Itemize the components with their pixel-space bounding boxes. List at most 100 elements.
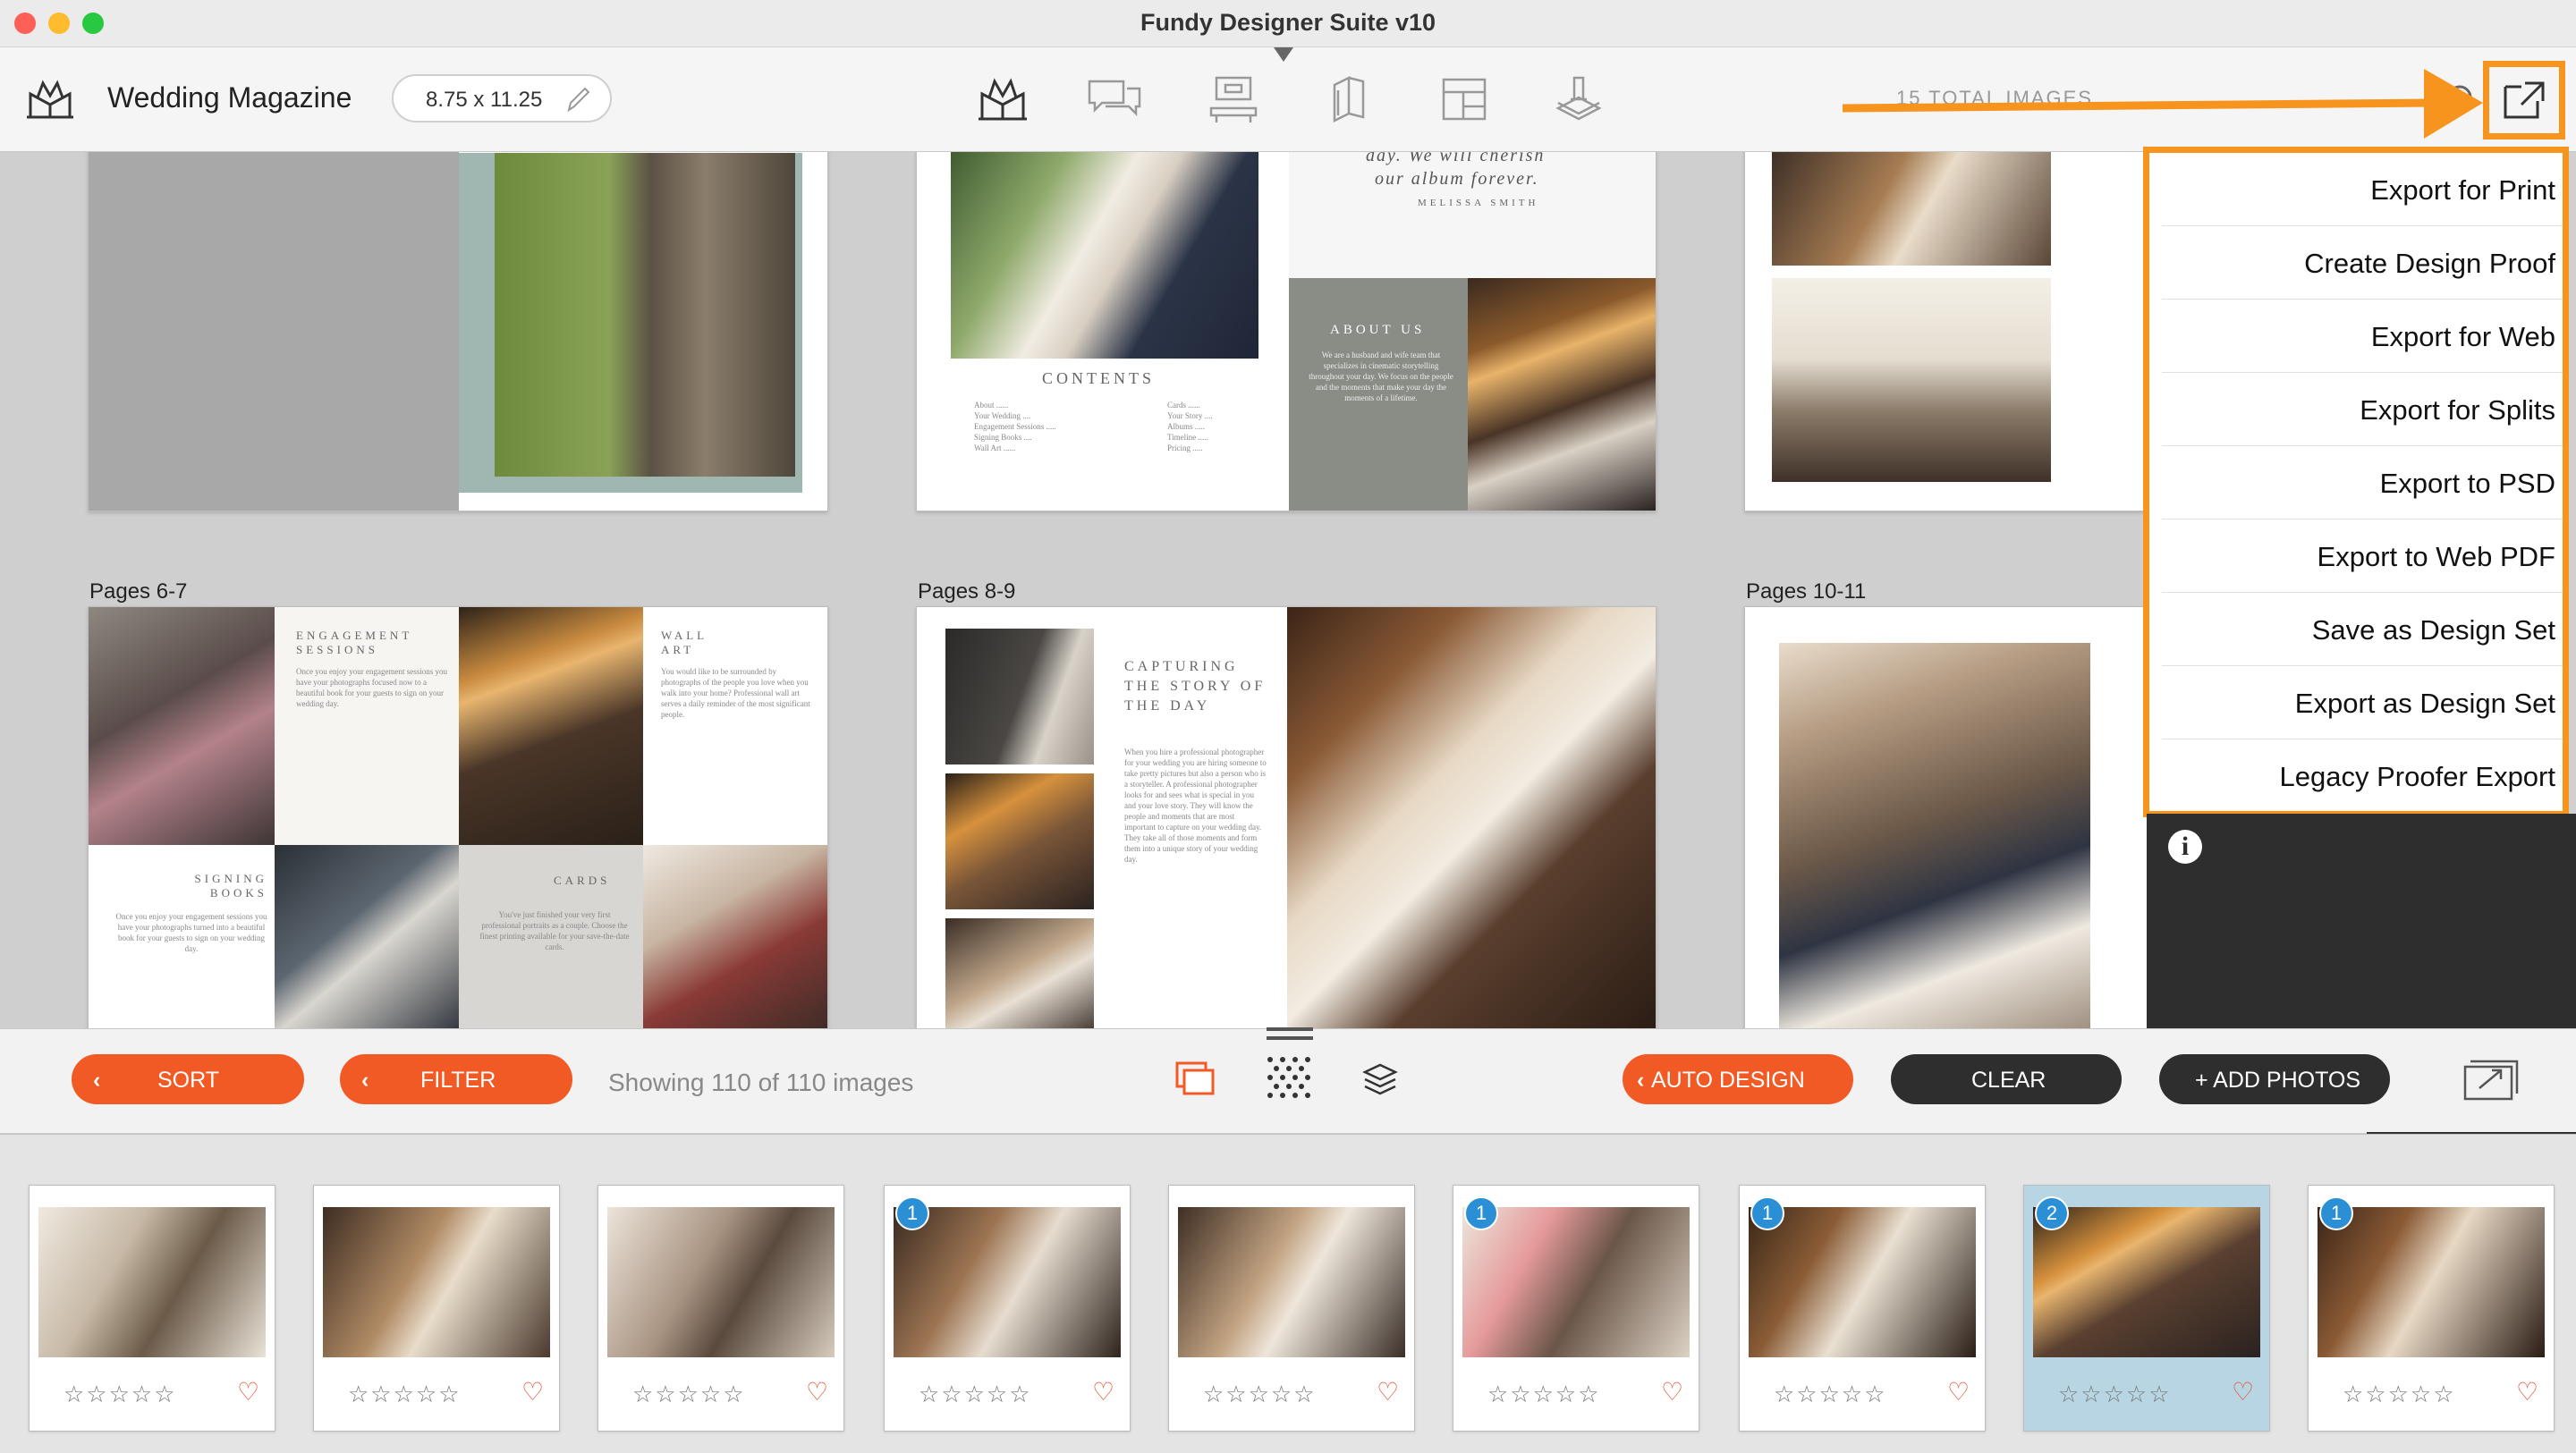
dance-floor-photo xyxy=(1772,152,2051,266)
resize-handle[interactable] xyxy=(1267,1027,1313,1031)
engagement-body: Once you enjoy your engagement sessions … xyxy=(296,667,447,708)
chevron-left-icon: ‹ xyxy=(361,1068,369,1093)
add-photos-button[interactable]: + ADD PHOTOS xyxy=(2159,1054,2390,1104)
layout-icon[interactable] xyxy=(1435,72,1494,126)
star-rating[interactable]: ☆☆☆☆☆ xyxy=(64,1381,177,1408)
wall-art-icon[interactable] xyxy=(1204,72,1263,126)
heart-icon[interactable]: ♡ xyxy=(237,1377,259,1407)
proof-chat-icon[interactable] xyxy=(1084,72,1143,126)
menu-legacy-proofer-export[interactable]: Legacy Proofer Export xyxy=(2162,739,2563,813)
signing-books-heading: SIGNING BOOKS xyxy=(194,872,267,900)
chevron-left-icon: ‹ xyxy=(1637,1068,1645,1093)
menu-export-to-psd[interactable]: Export to PSD xyxy=(2162,446,2563,520)
photo-stack-icon[interactable] xyxy=(1174,1060,1216,1099)
usage-count-badge: 1 xyxy=(1464,1196,1498,1230)
thumbnail[interactable]: ☆☆☆☆☆ ♡ xyxy=(29,1185,275,1432)
heart-icon[interactable]: ♡ xyxy=(1947,1377,1970,1407)
star-rating[interactable]: ☆☆☆☆☆ xyxy=(1774,1381,1887,1408)
spread-pages-10-11[interactable] xyxy=(1744,606,2147,1028)
album-design-icon[interactable] xyxy=(973,72,1032,126)
project-name[interactable]: Wedding Magazine xyxy=(107,81,352,114)
heart-icon[interactable]: ♡ xyxy=(2232,1377,2254,1407)
pencil-icon xyxy=(567,87,590,113)
thumbnail[interactable]: ☆☆☆☆☆ ♡ xyxy=(313,1185,560,1432)
thumbnail[interactable]: 1 ☆☆☆☆☆ ♡ xyxy=(2308,1185,2555,1432)
menu-export-as-design-set[interactable]: Export as Design Set xyxy=(2162,666,2563,739)
star-rating[interactable]: ☆☆☆☆☆ xyxy=(2058,1381,2172,1408)
menu-export-to-web-pdf[interactable]: Export to Web PDF xyxy=(2162,520,2563,593)
star-rating[interactable]: ☆☆☆☆☆ xyxy=(632,1381,746,1408)
info-icon[interactable]: i xyxy=(2168,830,2202,864)
thumbnail[interactable]: ☆☆☆☆☆ ♡ xyxy=(597,1185,844,1432)
layers-icon[interactable] xyxy=(1361,1061,1399,1097)
page-size-button[interactable]: 8.75 x 11.25 xyxy=(392,74,612,122)
heart-icon[interactable]: ♡ xyxy=(2516,1377,2538,1407)
heart-icon[interactable]: ♡ xyxy=(1661,1377,1683,1407)
star-rating[interactable]: ☆☆☆☆☆ xyxy=(1487,1381,1601,1408)
star-rating[interactable]: ☆☆☆☆☆ xyxy=(2343,1381,2456,1408)
star-rating[interactable]: ☆☆☆☆☆ xyxy=(1203,1381,1317,1408)
spread-pages-8-9[interactable]: CAPTURING THE STORY OF THE DAY When you … xyxy=(916,606,1657,1028)
chevron-left-icon: ‹ xyxy=(93,1068,101,1093)
auto-design-button[interactable]: ‹ AUTO DESIGN xyxy=(1623,1054,1853,1104)
heart-icon[interactable]: ♡ xyxy=(1377,1377,1399,1407)
spread-pages-4-5[interactable]: CONTENTS About ...... Your Wedding .... En… xyxy=(916,152,1657,511)
quote-line-1: day. We will cherish xyxy=(1366,152,1546,165)
fullscreen-icon[interactable] xyxy=(2462,1056,2522,1102)
export-menu: Export for Print Create Design Proof Exp… xyxy=(2143,147,2569,817)
spread-canvas: CONTENTS About ...... Your Wedding .... En… xyxy=(0,152,2147,1028)
sort-label: SORT xyxy=(157,1068,219,1093)
star-rating[interactable]: ☆☆☆☆☆ xyxy=(348,1381,462,1408)
showing-count: Showing 110 of 110 images xyxy=(608,1069,914,1096)
thumbnail[interactable]: 1 ☆☆☆☆☆ ♡ xyxy=(1739,1185,1986,1432)
export-button[interactable] xyxy=(2483,61,2565,139)
spread-label-10-11: Pages 10-11 xyxy=(1746,579,1867,604)
album-logo-icon[interactable] xyxy=(23,78,77,121)
spread-pages-2-3[interactable] xyxy=(88,152,828,511)
couple-embrace-photo xyxy=(1779,643,2090,1028)
info-panel xyxy=(2147,814,2576,1028)
contents-list-left: About ...... Your Wedding .... Engagement … xyxy=(974,401,1056,452)
toolbar: Wedding Magazine 8.75 x 11.25 15 TOTAL I… xyxy=(0,47,2576,152)
thumbnail-image xyxy=(1462,1207,1690,1357)
thumbnail[interactable]: 1 ☆☆☆☆☆ ♡ xyxy=(884,1185,1131,1432)
signing-books-body: Once you enjoy your engagement sessions … xyxy=(115,912,267,953)
clear-button[interactable]: CLEAR xyxy=(1891,1054,2122,1104)
resize-handle-line xyxy=(1267,1036,1313,1040)
menu-export-for-splits[interactable]: Export for Splits xyxy=(2162,373,2563,446)
cards-body: You've just finished your very first pro… xyxy=(479,910,630,951)
thumbnail-image xyxy=(1178,1207,1405,1357)
menu-create-design-proof[interactable]: Create Design Proof xyxy=(2162,226,2563,300)
heart-icon[interactable]: ♡ xyxy=(806,1377,828,1407)
spread-pages-partial[interactable] xyxy=(1744,152,2147,511)
export-icon xyxy=(2504,81,2545,119)
thumbnail-image xyxy=(607,1207,835,1357)
thumbnail[interactable]: ☆☆☆☆☆ ♡ xyxy=(1168,1185,1415,1432)
couple-photo-willow xyxy=(495,153,795,477)
filter-button[interactable]: ‹ FILTER xyxy=(340,1054,572,1104)
sort-button[interactable]: ‹ SORT xyxy=(72,1054,304,1104)
menu-export-for-print[interactable]: Export for Print xyxy=(2162,153,2563,226)
menu-export-for-web[interactable]: Export for Web xyxy=(2162,300,2563,373)
spread-pages-6-7[interactable]: ENGAGEMENT SESSIONS Once you enjoy your … xyxy=(88,606,828,1028)
title-bar: Fundy Designer Suite v10 xyxy=(0,0,2576,47)
signing-books-photo xyxy=(275,845,459,1028)
usage-count-badge: 1 xyxy=(895,1196,929,1230)
ballroom-photo xyxy=(1772,278,2051,482)
cards-icon[interactable] xyxy=(1318,72,1377,126)
love-sign-photo-3 xyxy=(945,773,1094,909)
active-tool-indicator xyxy=(1274,47,1293,62)
bottom-toolbar: ‹ SORT ‹ FILTER Showing 110 of 110 image… xyxy=(0,1027,2576,1133)
window-title: Fundy Designer Suite v10 xyxy=(1140,9,1436,36)
pointer-arrow-annotation xyxy=(1843,69,2483,139)
star-rating[interactable]: ☆☆☆☆☆ xyxy=(919,1381,1032,1408)
menu-save-as-design-set[interactable]: Save as Design Set xyxy=(2162,593,2563,666)
about-us-body: We are a husband and wife team that spec… xyxy=(1309,351,1453,402)
thumbnail[interactable]: 1 ☆☆☆☆☆ ♡ xyxy=(1453,1185,1699,1432)
thumbnail-selected[interactable]: 2 ☆☆☆☆☆ ♡ xyxy=(2023,1185,2270,1432)
grid-pattern-icon[interactable] xyxy=(1265,1054,1311,1101)
heart-icon[interactable]: ♡ xyxy=(1092,1377,1114,1407)
print-stack-icon[interactable] xyxy=(1549,72,1608,126)
heart-icon[interactable]: ♡ xyxy=(521,1377,544,1407)
thumbnail-image xyxy=(1749,1207,1976,1357)
